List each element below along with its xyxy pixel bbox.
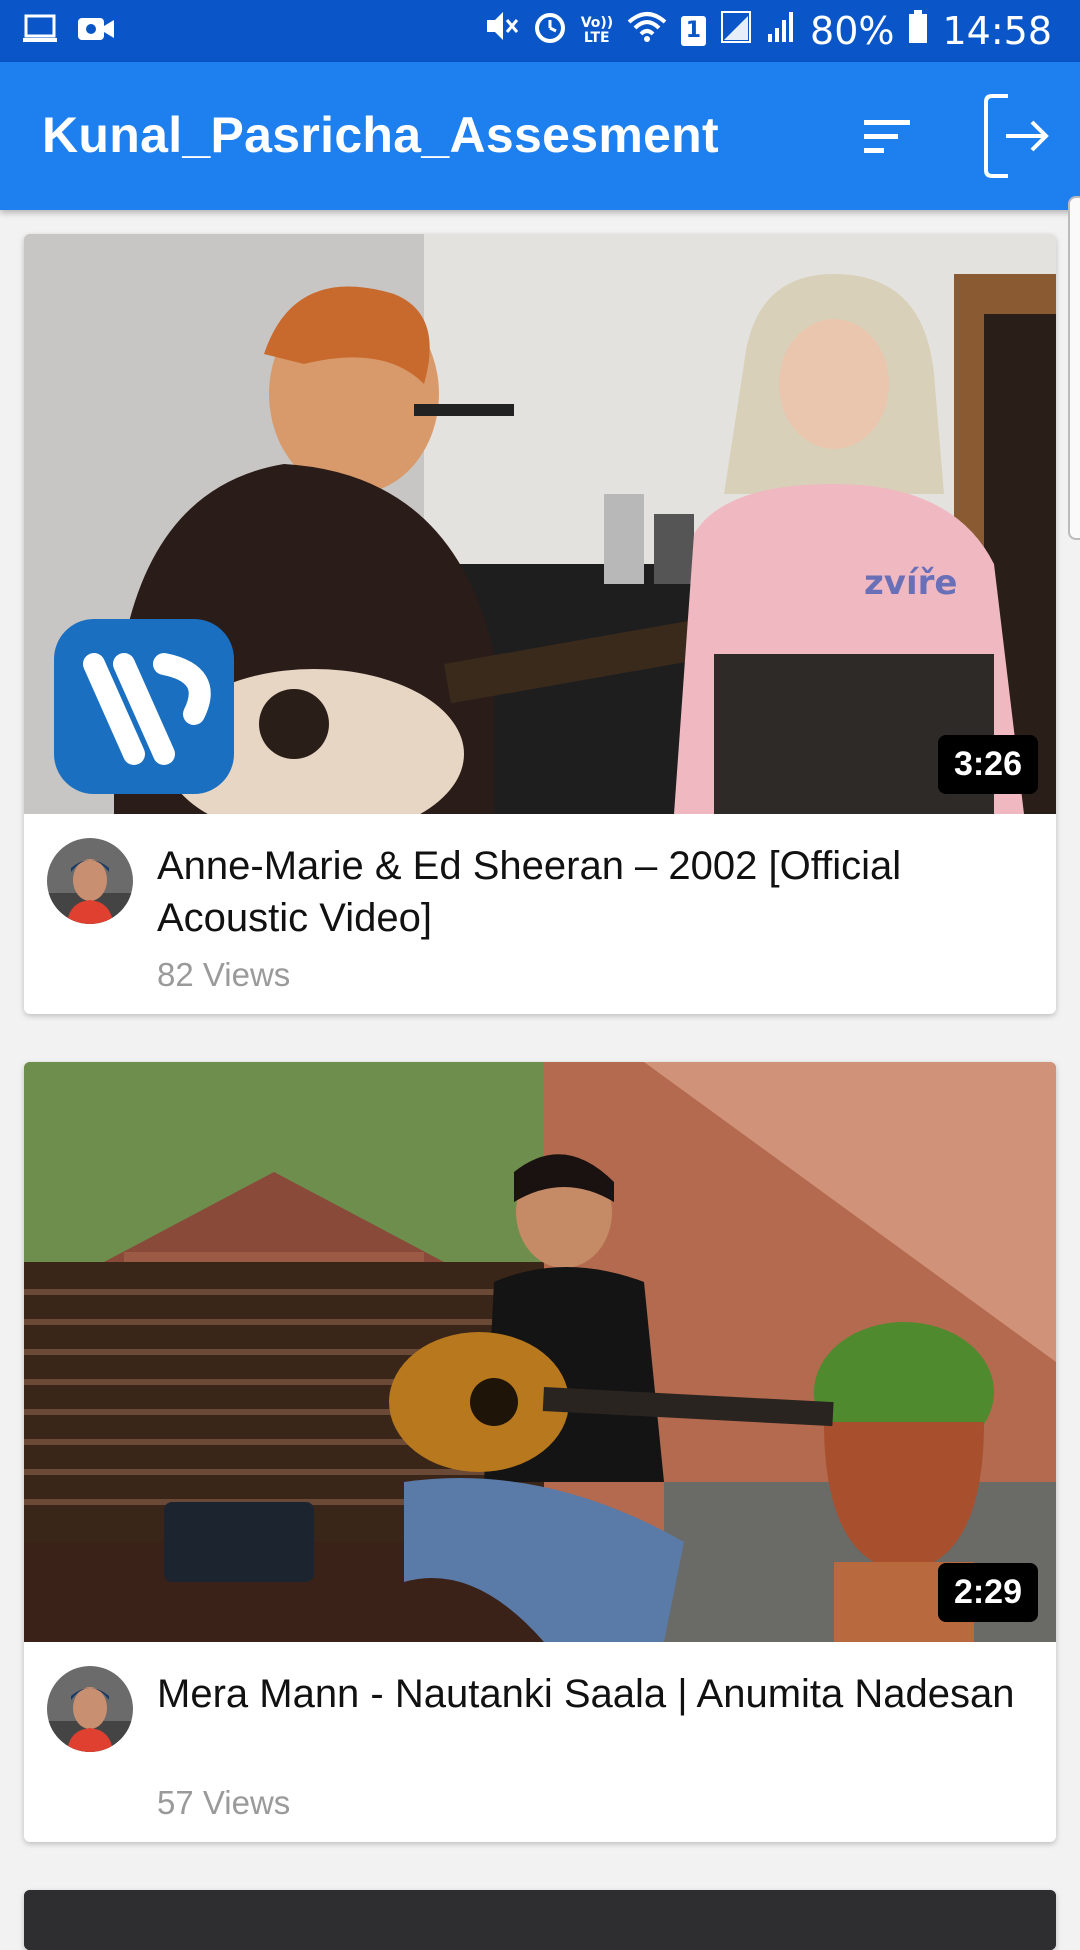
view-count: 82 Views	[157, 956, 291, 993]
video-thumbnail[interactable]: 2:29	[24, 1062, 1056, 1642]
video-thumbnail[interactable]: zvíře 3:26	[24, 234, 1056, 814]
video-duration: 2:29	[937, 1563, 1038, 1622]
view-count: 57 Views	[157, 1784, 291, 1821]
signal-icon	[720, 9, 752, 53]
status-bar-right: Vo)) LTE 1 80% 14:58	[483, 8, 1052, 53]
volte-icon: Vo)) LTE	[580, 14, 614, 46]
app-bar: Kunal_Pasricha_Assesment	[0, 62, 1080, 210]
video-thumbnail[interactable]	[24, 1890, 1056, 1950]
thumbnail-shirt-text: zvíře	[864, 563, 957, 603]
page-title: Kunal_Pasricha_Assesment	[42, 107, 719, 163]
video-title[interactable]: Anne-Marie & Ed Sheeran – 2002 [Official…	[157, 840, 1017, 944]
logout-button[interactable]	[980, 90, 1060, 182]
video-card[interactable]: zvíře 3:26 Anne-Marie & Ed Sheeran – 200…	[24, 234, 1056, 1014]
video-title[interactable]: Mera Mann - Nautanki Saala | Anumita Nad…	[157, 1668, 1017, 1720]
status-bar: Vo)) LTE 1 80% 14:58	[0, 0, 1080, 62]
video-duration: 3:26	[937, 735, 1038, 794]
scrollbar-thumb[interactable]	[1068, 196, 1080, 540]
video-camera-icon	[76, 12, 116, 51]
thumbnail-image	[24, 1062, 1056, 1642]
battery-icon	[908, 9, 928, 53]
alarm-icon	[533, 8, 567, 53]
sort-button[interactable]	[860, 112, 916, 160]
wifi-icon	[627, 9, 667, 53]
video-info: Anne-Marie & Ed Sheeran – 2002 [Official…	[24, 814, 1056, 1014]
logout-icon	[984, 94, 1049, 178]
thumbnail-image: zvíře	[24, 234, 1056, 814]
battery-percentage: 80%	[810, 8, 895, 53]
avatar-image	[47, 1666, 133, 1752]
laptop-icon	[22, 12, 58, 51]
avatar[interactable]	[47, 1666, 133, 1752]
video-info: Mera Mann - Nautanki Saala | Anumita Nad…	[24, 1642, 1056, 1842]
signal-icon	[766, 9, 796, 53]
video-card[interactable]	[24, 1890, 1056, 1950]
status-bar-left	[22, 12, 116, 51]
clock: 14:58	[942, 8, 1052, 53]
sort-icon	[864, 120, 910, 153]
video-card[interactable]: 2:29 Mera Mann - Nautanki Saala | Anumit…	[24, 1062, 1056, 1842]
sim-1-icon: 1	[680, 15, 707, 46]
mute-icon	[483, 8, 519, 53]
avatar[interactable]	[47, 838, 133, 924]
avatar-image	[47, 838, 133, 924]
